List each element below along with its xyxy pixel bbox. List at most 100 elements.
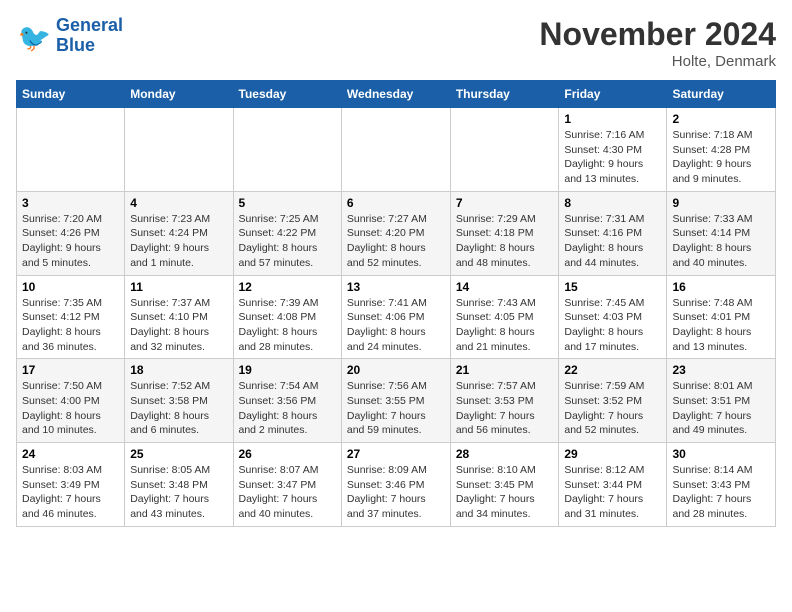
day-detail: Sunrise: 7:48 AM Sunset: 4:01 PM Dayligh… <box>672 296 770 355</box>
calendar-cell: 28 Sunrise: 8:10 AM Sunset: 3:45 PM Dayli… <box>450 443 559 527</box>
calendar-cell: 22 Sunrise: 7:59 AM Sunset: 3:52 PM Dayli… <box>559 359 667 443</box>
day-detail: Sunrise: 8:05 AM Sunset: 3:48 PM Dayligh… <box>130 463 227 522</box>
day-number: 14 <box>456 280 554 294</box>
day-detail: Sunrise: 7:52 AM Sunset: 3:58 PM Dayligh… <box>130 379 227 438</box>
day-detail: Sunrise: 7:54 AM Sunset: 3:56 PM Dayligh… <box>239 379 336 438</box>
day-number: 3 <box>22 196 119 210</box>
calendar-cell: 6 Sunrise: 7:27 AM Sunset: 4:20 PM Daylig… <box>341 191 450 275</box>
day-number: 2 <box>672 112 770 126</box>
day-number: 5 <box>239 196 336 210</box>
day-detail: Sunrise: 7:59 AM Sunset: 3:52 PM Dayligh… <box>564 379 661 438</box>
calendar-header-tuesday: Tuesday <box>233 81 341 108</box>
day-detail: Sunrise: 7:33 AM Sunset: 4:14 PM Dayligh… <box>672 212 770 271</box>
day-detail: Sunrise: 8:12 AM Sunset: 3:44 PM Dayligh… <box>564 463 661 522</box>
day-number: 8 <box>564 196 661 210</box>
calendar-cell: 18 Sunrise: 7:52 AM Sunset: 3:58 PM Dayli… <box>125 359 233 443</box>
calendar-cell: 10 Sunrise: 7:35 AM Sunset: 4:12 PM Dayli… <box>17 275 125 359</box>
day-detail: Sunrise: 7:25 AM Sunset: 4:22 PM Dayligh… <box>239 212 336 271</box>
day-detail: Sunrise: 8:10 AM Sunset: 3:45 PM Dayligh… <box>456 463 554 522</box>
calendar-cell: 9 Sunrise: 7:33 AM Sunset: 4:14 PM Daylig… <box>667 191 776 275</box>
day-number: 23 <box>672 363 770 377</box>
page-header: 🐦 General Blue November 2024 Holte, Denm… <box>16 16 776 70</box>
calendar-cell: 15 Sunrise: 7:45 AM Sunset: 4:03 PM Dayli… <box>559 275 667 359</box>
day-detail: Sunrise: 7:31 AM Sunset: 4:16 PM Dayligh… <box>564 212 661 271</box>
logo: 🐦 General Blue <box>16 16 123 56</box>
day-detail: Sunrise: 8:03 AM Sunset: 3:49 PM Dayligh… <box>22 463 119 522</box>
calendar-cell <box>125 108 233 192</box>
day-number: 26 <box>239 447 336 461</box>
calendar-cell: 12Sunrise: 7:39 AM Sunset: 4:08 PM Dayli… <box>233 275 341 359</box>
calendar-week-row: 3Sunrise: 7:20 AM Sunset: 4:26 PM Daylig… <box>17 191 776 275</box>
calendar-week-row: 17 Sunrise: 7:50 AM Sunset: 4:00 PM Dayli… <box>17 359 776 443</box>
day-detail: Sunrise: 7:45 AM Sunset: 4:03 PM Dayligh… <box>564 296 661 355</box>
calendar-cell: 27 Sunrise: 8:09 AM Sunset: 3:46 PM Dayli… <box>341 443 450 527</box>
day-number: 16 <box>672 280 770 294</box>
calendar-cell: 13 Sunrise: 7:41 AM Sunset: 4:06 PM Dayli… <box>341 275 450 359</box>
day-detail: Sunrise: 7:50 AM Sunset: 4:00 PM Dayligh… <box>22 379 119 438</box>
day-detail: Sunrise: 7:57 AM Sunset: 3:53 PM Dayligh… <box>456 379 554 438</box>
calendar-cell: 3Sunrise: 7:20 AM Sunset: 4:26 PM Daylig… <box>17 191 125 275</box>
logo-icon: 🐦 <box>16 18 52 54</box>
day-number: 18 <box>130 363 227 377</box>
calendar-cell: 11Sunrise: 7:37 AM Sunset: 4:10 PM Dayli… <box>125 275 233 359</box>
day-number: 17 <box>22 363 119 377</box>
day-number: 27 <box>347 447 445 461</box>
calendar-cell <box>450 108 559 192</box>
calendar-header-saturday: Saturday <box>667 81 776 108</box>
calendar-cell: 30Sunrise: 8:14 AM Sunset: 3:43 PM Dayli… <box>667 443 776 527</box>
calendar-header-monday: Monday <box>125 81 233 108</box>
calendar-cell: 2 Sunrise: 7:18 AM Sunset: 4:28 PM Daylig… <box>667 108 776 192</box>
day-detail: Sunrise: 7:27 AM Sunset: 4:20 PM Dayligh… <box>347 212 445 271</box>
day-number: 19 <box>239 363 336 377</box>
calendar-header-sunday: Sunday <box>17 81 125 108</box>
day-number: 9 <box>672 196 770 210</box>
svg-text:🐦: 🐦 <box>18 23 52 53</box>
calendar-table: SundayMondayTuesdayWednesdayThursdayFrid… <box>16 80 776 527</box>
calendar-week-row: 10 Sunrise: 7:35 AM Sunset: 4:12 PM Dayli… <box>17 275 776 359</box>
calendar-cell <box>17 108 125 192</box>
month-title: November 2024 <box>539 16 776 53</box>
calendar-cell <box>233 108 341 192</box>
day-detail: Sunrise: 7:56 AM Sunset: 3:55 PM Dayligh… <box>347 379 445 438</box>
calendar-cell: 26 Sunrise: 8:07 AM Sunset: 3:47 PM Dayli… <box>233 443 341 527</box>
day-number: 22 <box>564 363 661 377</box>
calendar-cell: 19 Sunrise: 7:54 AM Sunset: 3:56 PM Dayli… <box>233 359 341 443</box>
day-detail: Sunrise: 8:09 AM Sunset: 3:46 PM Dayligh… <box>347 463 445 522</box>
calendar-week-row: 24Sunrise: 8:03 AM Sunset: 3:49 PM Dayli… <box>17 443 776 527</box>
day-detail: Sunrise: 7:29 AM Sunset: 4:18 PM Dayligh… <box>456 212 554 271</box>
calendar-cell: 5 Sunrise: 7:25 AM Sunset: 4:22 PM Daylig… <box>233 191 341 275</box>
calendar-cell: 14Sunrise: 7:43 AM Sunset: 4:05 PM Dayli… <box>450 275 559 359</box>
day-number: 15 <box>564 280 661 294</box>
calendar-cell: 1 Sunrise: 7:16 AM Sunset: 4:30 PM Daylig… <box>559 108 667 192</box>
calendar-cell <box>341 108 450 192</box>
day-detail: Sunrise: 7:39 AM Sunset: 4:08 PM Dayligh… <box>239 296 336 355</box>
calendar-header-friday: Friday <box>559 81 667 108</box>
day-detail: Sunrise: 7:41 AM Sunset: 4:06 PM Dayligh… <box>347 296 445 355</box>
day-number: 1 <box>564 112 661 126</box>
day-detail: Sunrise: 7:18 AM Sunset: 4:28 PM Dayligh… <box>672 128 770 187</box>
day-detail: Sunrise: 7:37 AM Sunset: 4:10 PM Dayligh… <box>130 296 227 355</box>
calendar-header-row: SundayMondayTuesdayWednesdayThursdayFrid… <box>17 81 776 108</box>
logo-blue: Blue <box>56 36 123 56</box>
day-detail: Sunrise: 8:07 AM Sunset: 3:47 PM Dayligh… <box>239 463 336 522</box>
calendar-cell: 4Sunrise: 7:23 AM Sunset: 4:24 PM Daylig… <box>125 191 233 275</box>
day-number: 20 <box>347 363 445 377</box>
calendar-cell: 29 Sunrise: 8:12 AM Sunset: 3:44 PM Dayli… <box>559 443 667 527</box>
calendar-header-thursday: Thursday <box>450 81 559 108</box>
day-number: 25 <box>130 447 227 461</box>
day-detail: Sunrise: 7:23 AM Sunset: 4:24 PM Dayligh… <box>130 212 227 271</box>
day-number: 28 <box>456 447 554 461</box>
day-detail: Sunrise: 7:35 AM Sunset: 4:12 PM Dayligh… <box>22 296 119 355</box>
day-number: 6 <box>347 196 445 210</box>
day-number: 30 <box>672 447 770 461</box>
day-number: 10 <box>22 280 119 294</box>
title-block: November 2024 Holte, Denmark <box>539 16 776 70</box>
calendar-cell: 21 Sunrise: 7:57 AM Sunset: 3:53 PM Dayli… <box>450 359 559 443</box>
location: Holte, Denmark <box>539 53 776 70</box>
logo-text: General Blue <box>56 16 123 56</box>
calendar-cell: 16 Sunrise: 7:48 AM Sunset: 4:01 PM Dayli… <box>667 275 776 359</box>
day-number: 29 <box>564 447 661 461</box>
day-number: 13 <box>347 280 445 294</box>
day-number: 21 <box>456 363 554 377</box>
day-detail: Sunrise: 7:16 AM Sunset: 4:30 PM Dayligh… <box>564 128 661 187</box>
